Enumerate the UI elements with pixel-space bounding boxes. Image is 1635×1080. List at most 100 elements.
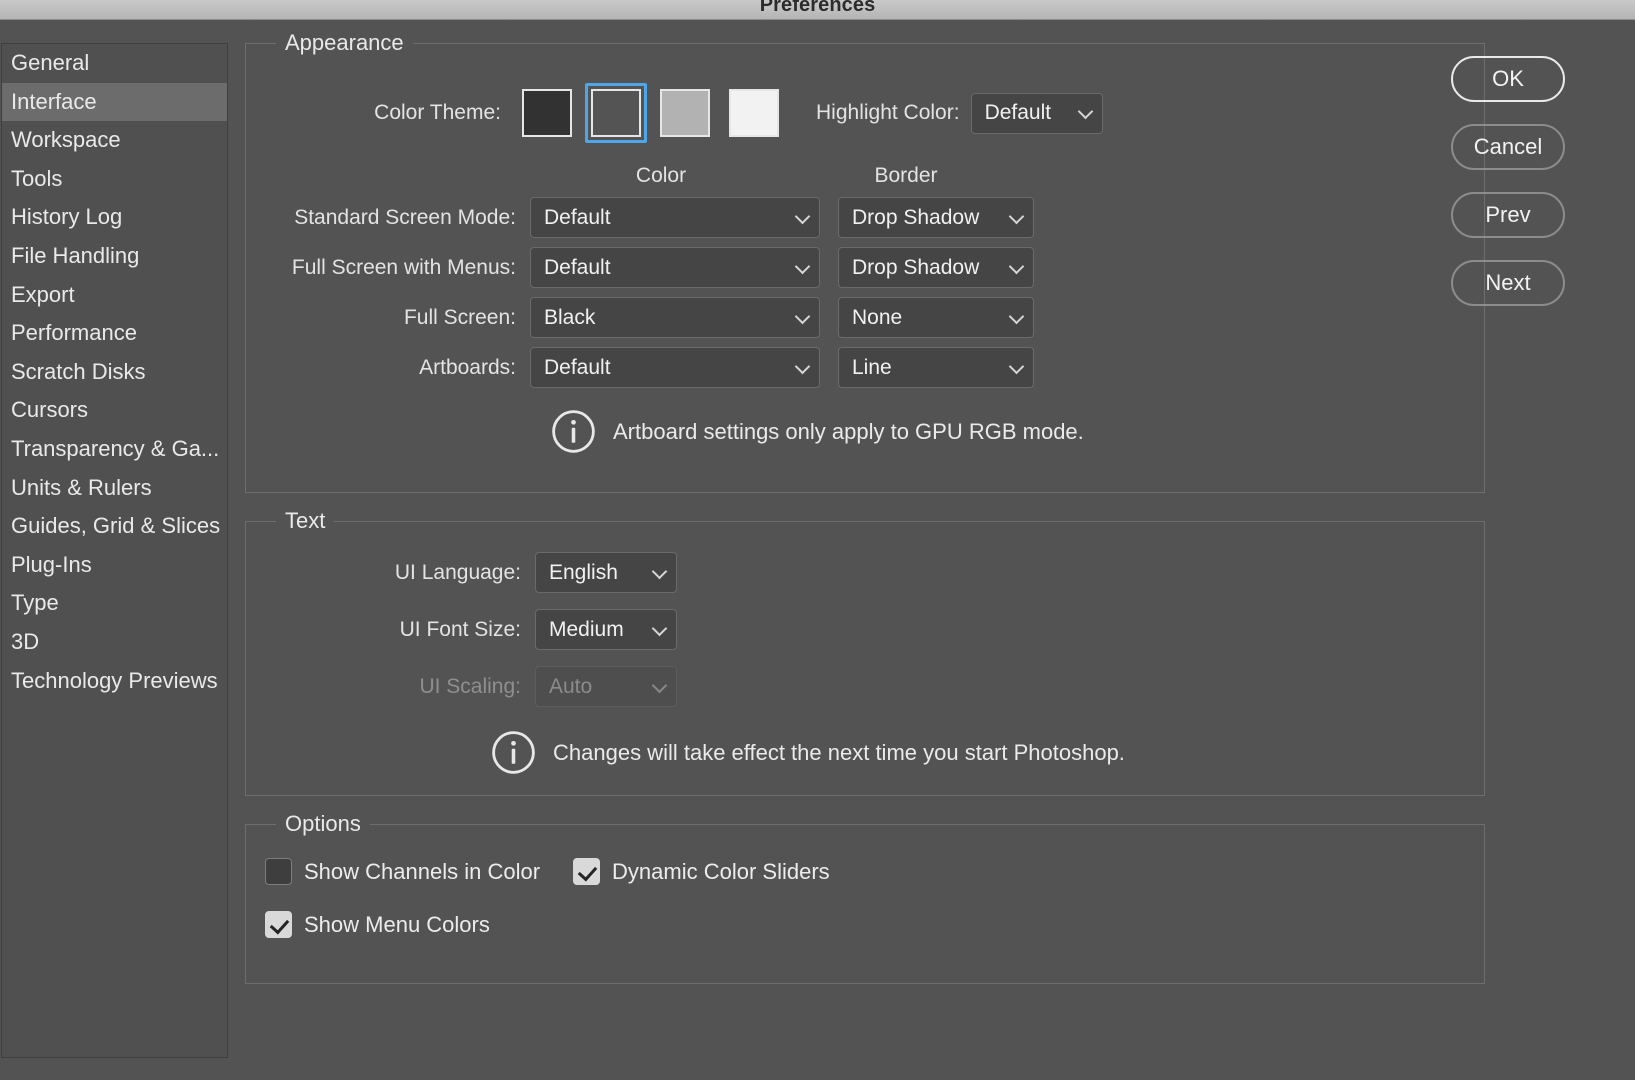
checkbox-checked-icon[interactable]	[573, 858, 601, 885]
restart-info-note: Changes will take effect the next time y…	[491, 730, 1484, 775]
button-label: Prev	[1485, 202, 1531, 227]
text-group-legend: Text	[276, 508, 335, 534]
sidebar-item-3d[interactable]: 3D	[2, 623, 227, 662]
cancel-button[interactable]: Cancel	[1451, 124, 1565, 170]
sidebar-item-label: General	[11, 50, 90, 75]
swatch-fill	[522, 89, 572, 137]
appearance-group: Appearance Color Theme: Highlight Color:…	[245, 30, 1485, 493]
sidebar-item-cursors[interactable]: Cursors	[2, 391, 227, 430]
full-screen-color-select-value: Black	[544, 305, 596, 329]
checkbox-show-channels-in-color[interactable]: Show Channels in Color	[265, 858, 540, 885]
prev-button[interactable]: Prev	[1451, 192, 1565, 238]
standard-screen-mode-border-select-value: Drop Shadow	[852, 205, 980, 229]
sidebar-item-units-rulers[interactable]: Units & Rulers	[2, 469, 227, 508]
ui-font-size-label: UI Font Size:	[399, 617, 521, 641]
text-settings: UI Language: English UI Font Size: Medium UI…	[246, 552, 1484, 707]
sidebar-item-workspace[interactable]: Workspace	[2, 121, 227, 160]
chevron-down-icon	[1008, 308, 1025, 324]
checkbox-label: Dynamic Color Sliders	[612, 858, 830, 884]
button-label: OK	[1492, 66, 1524, 91]
sidebar-item-label: Plug-Ins	[11, 551, 92, 577]
full-screen-with-menus-color-select[interactable]: Default	[530, 247, 820, 288]
color-theme-swatch-dark[interactable]	[585, 83, 647, 143]
row-ui-language: UI Language: English	[246, 552, 1484, 593]
ui-font-size-select-value: Medium	[549, 617, 624, 641]
chevron-down-icon	[651, 563, 668, 579]
checkbox-show-menu-colors[interactable]: Show Menu Colors	[265, 911, 490, 938]
sidebar-item-type[interactable]: Type	[2, 584, 227, 623]
checkbox-unchecked-icon[interactable]	[265, 858, 292, 885]
preferences-category-list[interactable]: General Interface Workspace Tools History Lo…	[1, 43, 228, 1058]
artboards-label: Artboards:	[419, 355, 516, 379]
full-screen-border-select[interactable]: None	[838, 297, 1034, 338]
highlight-color-select[interactable]: Default	[970, 92, 1103, 134]
row-full-screen: Full Screen: Black None	[246, 297, 1484, 338]
chevron-down-icon	[1077, 103, 1093, 120]
sidebar-item-label: Interface	[11, 88, 97, 114]
sidebar-item-guides-grid-slices[interactable]: Guides, Grid & Slices	[2, 507, 227, 546]
color-theme-swatch-medium[interactable]	[654, 83, 716, 143]
row-standard-screen-mode: Standard Screen Mode: Default Drop Shadow	[246, 197, 1484, 238]
chevron-down-icon	[794, 208, 811, 224]
standard-screen-mode-border-select[interactable]: Drop Shadow	[838, 197, 1034, 238]
options-row-2: Show Menu Colors	[265, 911, 1484, 938]
highlight-color-value: Default	[984, 101, 1052, 124]
sidebar-item-label: Scratch Disks	[11, 358, 146, 384]
checkbox-dynamic-color-sliders[interactable]: Dynamic Color Sliders	[573, 858, 830, 885]
full-screen-with-menus-border-select-value: Drop Shadow	[852, 255, 980, 279]
sidebar-item-performance[interactable]: Performance	[2, 314, 227, 353]
full-screen-with-menus-label: Full Screen with Menus:	[291, 255, 516, 279]
artboards-color-select-value: Default	[544, 355, 611, 379]
artboards-color-select[interactable]: Default	[530, 347, 820, 388]
ui-language-select-value: English	[549, 560, 618, 584]
color-theme-label: Color Theme:	[374, 101, 501, 124]
full-screen-with-menus-border-select[interactable]: Drop Shadow	[838, 247, 1034, 288]
color-theme-swatch-group[interactable]	[516, 83, 792, 143]
column-header-border: Border	[874, 164, 938, 187]
full-screen-color-select[interactable]: Black	[530, 297, 820, 338]
window-title: Preferences	[759, 0, 876, 16]
sidebar-item-interface[interactable]: Interface	[2, 82, 227, 122]
sidebar-item-history-log[interactable]: History Log	[2, 198, 227, 237]
info-icon	[492, 731, 535, 774]
chevron-down-icon	[794, 258, 811, 274]
sidebar-item-plug-ins[interactable]: Plug-Ins	[2, 546, 227, 585]
next-button[interactable]: Next	[1451, 260, 1565, 306]
chevron-down-icon	[651, 677, 668, 693]
checkbox-checked-icon[interactable]	[265, 911, 292, 938]
chevron-down-icon	[1008, 358, 1025, 374]
sidebar-item-general[interactable]: General	[2, 44, 227, 83]
sidebar-item-file-handling[interactable]: File Handling	[2, 237, 227, 276]
options-row-1: Show Channels in Color Dynamic Color Slid…	[265, 858, 1484, 885]
text-group: Text UI Language: English UI Font Size: Med…	[245, 508, 1485, 796]
artboard-info-text: Artboard settings only apply to GPU RGB …	[613, 418, 1084, 444]
row-ui-font-size: UI Font Size: Medium	[246, 609, 1484, 650]
highlight-color-label: Highlight Color:	[816, 101, 960, 124]
info-icon	[552, 410, 595, 453]
sidebar-item-transparency-ga[interactable]: Transparency & Ga...	[2, 430, 227, 469]
sidebar-item-label: 3D	[11, 628, 40, 654]
sidebar-item-scratch-disks[interactable]: Scratch Disks	[2, 353, 227, 392]
chevron-down-icon	[1008, 208, 1025, 224]
artboards-border-select[interactable]: Line	[838, 347, 1034, 388]
ui-font-size-select[interactable]: Medium	[535, 609, 677, 650]
color-theme-swatch-light[interactable]	[723, 83, 785, 143]
options-checkbox-list: Show Channels in Color Dynamic Color Slid…	[246, 858, 1484, 938]
dialog-button-column[interactable]: OK Cancel Prev Next	[1451, 56, 1565, 328]
chevron-down-icon	[1008, 258, 1025, 274]
options-group: Options Show Channels in Color Dynamic Co…	[245, 811, 1485, 984]
full-screen-border-select-value: None	[852, 305, 903, 329]
ok-button[interactable]: OK	[1451, 56, 1565, 102]
sidebar-item-label: History Log	[11, 204, 123, 230]
checkbox-label: Show Menu Colors	[304, 911, 490, 937]
ui-language-select[interactable]: English	[535, 552, 677, 593]
sidebar-item-tools[interactable]: Tools	[2, 160, 227, 199]
artboard-info-note: Artboard settings only apply to GPU RGB …	[551, 409, 1484, 454]
color-theme-swatch-darkest[interactable]	[516, 83, 578, 143]
standard-screen-mode-color-select[interactable]: Default	[530, 197, 820, 238]
full-screen-with-menus-color-select-value: Default	[544, 255, 611, 279]
button-label: Next	[1485, 270, 1531, 295]
artboards-border-select-value: Line	[852, 355, 892, 379]
sidebar-item-technology-previews[interactable]: Technology Previews	[2, 662, 227, 701]
sidebar-item-export[interactable]: Export	[2, 276, 227, 315]
